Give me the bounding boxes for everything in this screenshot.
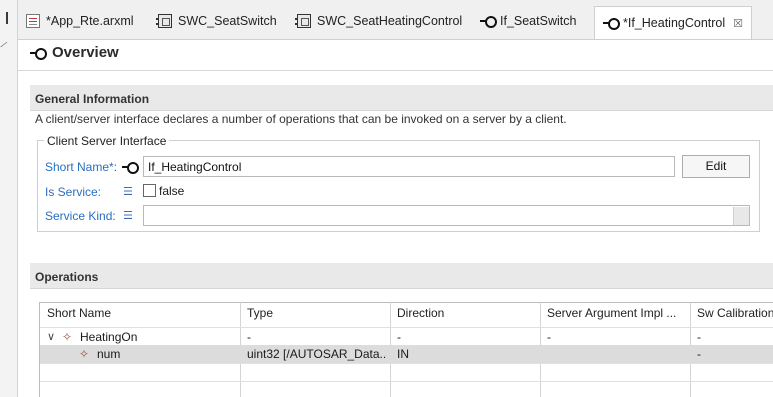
swc-icon xyxy=(295,14,311,28)
tab-label: If_SeatSwitch xyxy=(500,14,577,28)
tab-app-rte[interactable]: *App_Rte.arxml xyxy=(26,9,134,33)
tab-label: SWC_SeatSwitch xyxy=(178,14,277,28)
row-divider xyxy=(40,381,773,382)
table-cell-server-argument[interactable]: - xyxy=(547,330,551,344)
service-kind-combo[interactable] xyxy=(143,205,750,226)
file-icon xyxy=(26,14,40,28)
is-service-checkbox[interactable] xyxy=(143,184,156,197)
tab-label: SWC_SeatHeatingControl xyxy=(317,14,463,28)
close-icon[interactable]: ☒ xyxy=(733,17,743,30)
short-name-field[interactable]: If_HeatingControl xyxy=(143,156,675,177)
gutter-glyph: ⁄ xyxy=(1,40,7,51)
list-icon: ☰ xyxy=(123,186,133,198)
service-kind-label[interactable]: Service Kind: xyxy=(45,209,116,223)
operation-icon: ✧ xyxy=(62,330,73,344)
column-header-server-argument[interactable]: Server Argument Impl ... xyxy=(547,306,685,320)
table-cell-short-name[interactable]: num xyxy=(97,347,120,361)
short-name-label[interactable]: Short Name*: xyxy=(45,160,117,174)
page-title: Overview xyxy=(30,44,119,61)
table-cell-sw-calibration[interactable]: - xyxy=(697,347,701,361)
table-cell-direction[interactable]: IN xyxy=(397,347,409,361)
section-title: General Information xyxy=(35,92,150,106)
gutter-marker xyxy=(6,12,8,24)
page-title-text: Overview xyxy=(52,44,119,61)
list-icon: ☰ xyxy=(123,210,133,222)
interface-icon xyxy=(480,14,497,28)
left-gutter: ⁄ xyxy=(0,0,18,397)
tab-swc-seatheatingcontrol[interactable]: SWC_SeatHeatingControl xyxy=(295,9,463,33)
table-cell-short-name[interactable]: HeatingOn xyxy=(80,330,137,344)
expand-toggle-icon[interactable]: ∨ xyxy=(47,330,55,343)
table-cell-type[interactable]: - xyxy=(247,330,251,344)
section-description: A client/server interface declares a num… xyxy=(35,112,567,126)
interface-icon xyxy=(122,160,139,174)
table-cell-direction[interactable]: - xyxy=(397,330,401,344)
tab-label: *If_HeatingControl xyxy=(623,16,726,30)
tab-if-seatswitch[interactable]: If_SeatSwitch xyxy=(480,9,576,33)
row-divider xyxy=(40,363,773,364)
column-header-direction[interactable]: Direction xyxy=(397,306,444,320)
section-general-information[interactable]: General Information xyxy=(30,85,773,111)
tab-if-heatingcontrol[interactable]: *If_HeatingControl ☒ xyxy=(594,6,753,39)
table-cell-type[interactable]: uint32 [/AUTOSAR_Data... xyxy=(247,347,387,361)
title-divider xyxy=(18,70,773,71)
interface-icon xyxy=(30,46,47,60)
editor-window: ⁄ *App_Rte.arxml SWC_SeatSwitch SWC_Seat… xyxy=(0,0,773,397)
tab-label: *App_Rte.arxml xyxy=(46,14,134,28)
column-header-sw-calibration[interactable]: Sw Calibration xyxy=(697,306,773,320)
table-cell-sw-calibration[interactable]: - xyxy=(697,330,701,344)
group-title: Client Server Interface xyxy=(44,134,170,148)
section-title: Operations xyxy=(35,270,99,284)
column-header-type[interactable]: Type xyxy=(247,306,273,320)
is-service-value: false xyxy=(159,184,185,198)
section-operations[interactable]: Operations xyxy=(30,263,773,289)
is-service-label[interactable]: Is Service: xyxy=(45,185,101,199)
interface-icon xyxy=(603,16,620,30)
argument-icon: ✧ xyxy=(79,347,90,361)
swc-icon xyxy=(156,14,172,28)
tab-swc-seatswitch[interactable]: SWC_SeatSwitch xyxy=(156,9,277,33)
column-header-short-name[interactable]: Short Name xyxy=(47,306,111,320)
chevron-down-icon[interactable] xyxy=(733,207,749,225)
header-row-divider xyxy=(40,327,773,328)
edit-button[interactable]: Edit xyxy=(682,155,750,178)
